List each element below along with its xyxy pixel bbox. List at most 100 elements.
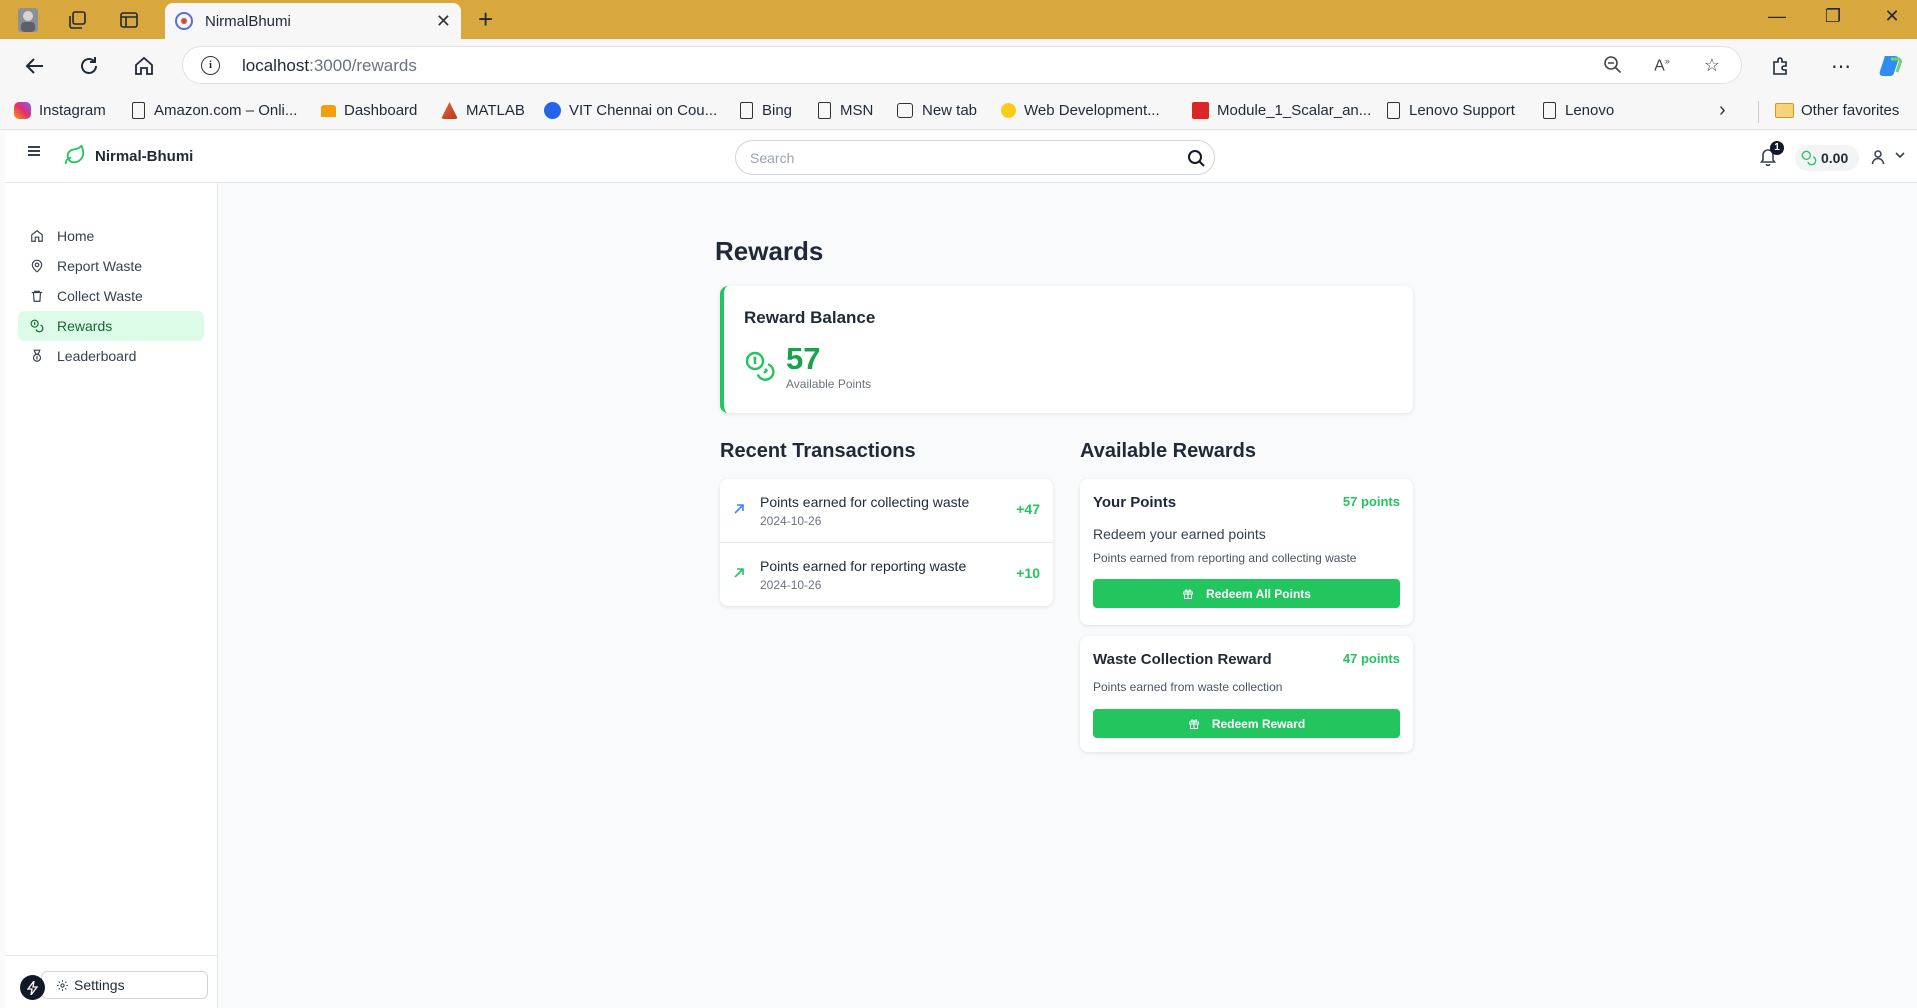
coins-icon: [1801, 150, 1817, 166]
browser-navbar: i localhost:3000/rewards A» ☆ ⋯: [0, 39, 1917, 93]
bookmark-msn[interactable]: MSN: [818, 102, 873, 119]
header-balance-pill[interactable]: 0.00: [1795, 145, 1859, 171]
sidebar-item-leaderboard[interactable]: Leaderboard: [18, 341, 204, 371]
workspaces-icon[interactable]: [63, 6, 91, 34]
gear-icon: [57, 980, 68, 991]
bookmark-label: Lenovo: [1565, 102, 1615, 119]
bookmark-matlab[interactable]: MATLAB: [441, 102, 525, 119]
transaction-date: 2024-10-26: [760, 514, 822, 528]
site-info-icon[interactable]: i: [201, 56, 220, 75]
app-header: Nirmal-Bhumi Search 1 0.00: [5, 131, 1917, 183]
zoom-out-icon[interactable]: [1601, 55, 1623, 79]
page-icon: [818, 102, 831, 119]
favorite-star-icon[interactable]: ☆: [1701, 55, 1723, 76]
back-arrow-icon[interactable]: [20, 51, 50, 81]
button-label: Redeem All Points: [1206, 586, 1311, 601]
home-icon: [31, 230, 43, 242]
copilot-icon[interactable]: [1876, 51, 1906, 81]
button-label: Redeem Reward: [1211, 716, 1306, 731]
new-tab-plus-icon[interactable]: +: [478, 4, 493, 35]
bookmark-label: Lenovo Support: [1409, 102, 1515, 119]
home-browser-icon[interactable]: [129, 51, 159, 81]
bookmarks-divider: [1758, 101, 1759, 123]
coins-icon: [745, 351, 775, 381]
hamburger-menu-icon[interactable]: [28, 146, 40, 156]
bookmark-bing[interactable]: Bing: [740, 102, 792, 119]
coins-icon: [30, 319, 44, 333]
bookmark-new-tab[interactable]: New tab: [897, 102, 977, 119]
trash-icon: [31, 290, 43, 302]
arrow-up-right-icon: [734, 504, 744, 514]
bookmark-label: VIT Chennai on Cou...: [569, 102, 718, 119]
dashboard-favicon-icon: [321, 104, 336, 117]
page-title: Rewards: [715, 236, 824, 266]
user-icon[interactable]: [1871, 149, 1885, 165]
new-tab-icon: [897, 103, 913, 118]
chevron-down-icon[interactable]: [1894, 149, 1906, 161]
transaction-amount: +47: [1016, 501, 1040, 517]
header-balance-value: 0.00: [1821, 150, 1849, 166]
search-input[interactable]: Search: [735, 140, 1215, 175]
bookmark-lenovo[interactable]: Lenovo: [1543, 102, 1614, 119]
url-text[interactable]: localhost:3000/rewards: [242, 56, 417, 76]
search-placeholder: Search: [750, 150, 795, 166]
bookmark-label: Other favorites: [1801, 102, 1900, 119]
extensions-puzzle-icon[interactable]: [1765, 51, 1795, 81]
more-menu-icon[interactable]: ⋯: [1826, 51, 1856, 81]
vertical-tabs-icon[interactable]: [115, 6, 143, 34]
redeem-reward-button[interactable]: Redeem Reward: [1093, 709, 1400, 738]
window-close-icon[interactable]: ✕: [1872, 6, 1912, 27]
profile-avatar-icon[interactable]: [14, 6, 42, 34]
bookmark-instagram[interactable]: Instagram: [14, 102, 106, 119]
folder-icon: [1775, 103, 1794, 118]
bookmarks-overflow-chevron-icon[interactable]: ›: [1719, 99, 1726, 122]
refresh-icon[interactable]: [74, 51, 104, 81]
url-host: localhost: [242, 56, 310, 75]
instagram-icon: [14, 102, 31, 119]
window-restore-icon[interactable]: ❐: [1813, 6, 1853, 27]
bookmark-lenovo-support[interactable]: Lenovo Support: [1387, 102, 1515, 119]
bookmark-web-development[interactable]: Web Development...: [1001, 102, 1160, 119]
tab-close-icon[interactable]: ✕: [436, 11, 451, 32]
bookmark-amazon[interactable]: Amazon.com – Onli...: [132, 102, 297, 119]
gift-icon: [1183, 588, 1194, 599]
reward-balance-card: Reward Balance 57 Available Points: [720, 286, 1413, 413]
redeem-all-points-button[interactable]: Redeem All Points: [1093, 579, 1400, 608]
bookmark-vit-chennai[interactable]: VIT Chennai on Cou...: [544, 102, 717, 119]
app-brand[interactable]: Nirmal-Bhumi: [95, 148, 193, 165]
address-bar[interactable]: i localhost:3000/rewards A» ☆: [182, 46, 1742, 84]
bookmark-label: Module_1_Scalar_an...: [1217, 102, 1372, 119]
bookmark-label: MSN: [840, 102, 874, 119]
sidebar: Home Report Waste Collect Waste Rewards …: [5, 183, 218, 1008]
search-icon[interactable]: [1186, 148, 1206, 168]
window-minimize-icon[interactable]: —: [1757, 6, 1797, 27]
read-aloud-icon[interactable]: A»: [1651, 56, 1673, 75]
bookmark-label: Amazon.com – Onli...: [154, 102, 298, 119]
sidebar-item-report-waste[interactable]: Report Waste: [18, 251, 204, 281]
bookmark-label: New tab: [922, 102, 978, 119]
page-icon: [132, 102, 145, 119]
browser-tab-active[interactable]: NirmalBhumi ✕: [165, 3, 461, 39]
sidebar-item-collect-waste[interactable]: Collect Waste: [18, 281, 204, 311]
settings-label: Settings: [74, 977, 125, 993]
balance-value: 57: [786, 341, 821, 376]
transaction-date: 2024-10-26: [760, 578, 822, 592]
medal-icon: [32, 349, 42, 362]
matlab-icon: [441, 102, 458, 119]
sidebar-item-rewards[interactable]: Rewards: [18, 311, 204, 341]
bookmark-module-pdf[interactable]: Module_1_Scalar_an...: [1192, 102, 1371, 119]
reward-note: Points earned from reporting and collect…: [1093, 551, 1357, 565]
settings-button[interactable]: Settings: [41, 971, 208, 999]
sidebar-item-home[interactable]: Home: [18, 221, 204, 251]
page-icon: [1543, 102, 1556, 119]
reward-description: Redeem your earned points: [1093, 526, 1266, 542]
transaction-amount: +10: [1016, 565, 1040, 581]
bookmark-other-favorites[interactable]: Other favorites: [1775, 102, 1899, 119]
lightning-bolt-icon[interactable]: [20, 975, 45, 1000]
bookmark-label: Bing: [762, 102, 793, 119]
transaction-row: Points earned for reporting waste 2024-1…: [720, 542, 1053, 605]
bookmark-dashboard[interactable]: Dashboard: [321, 102, 417, 119]
sidebar-item-label: Home: [57, 228, 95, 244]
browser-titlebar: NirmalBhumi ✕ + — ❐ ✕: [0, 0, 1917, 39]
sidebar-item-label: Leaderboard: [57, 348, 137, 364]
